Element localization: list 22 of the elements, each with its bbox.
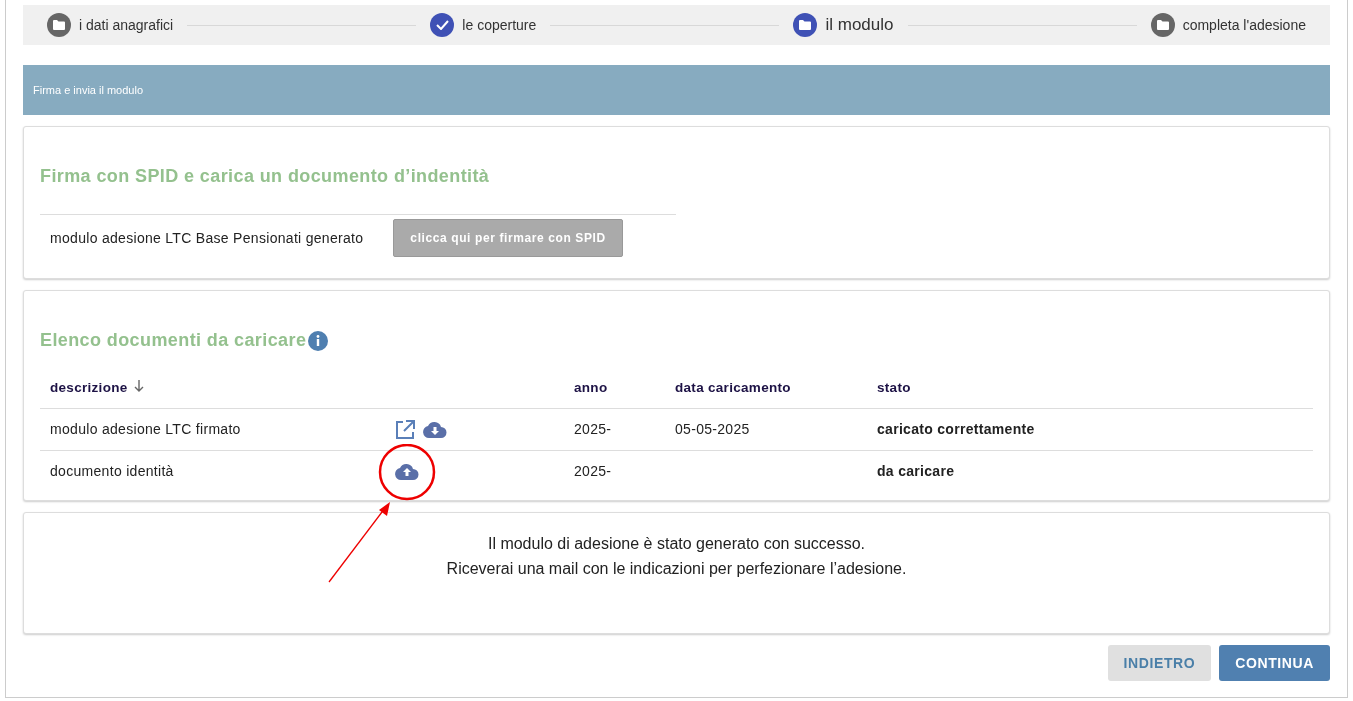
document-name: modulo adesione LTC Base Pensionati generato (50, 228, 364, 248)
table-cell: 2025- (574, 463, 612, 480)
table-cell: modulo adesione LTC firmato (50, 421, 241, 438)
step-label[interactable]: il modulo (825, 12, 894, 38)
column-header: descrizione (50, 380, 128, 395)
section-title: Elenco documenti da caricare (40, 329, 307, 352)
status-text: da caricare (877, 463, 955, 480)
step-label[interactable]: completa l'adesione (1182, 14, 1306, 36)
table-cell: documento identità (50, 463, 174, 480)
step-label[interactable]: i dati anagrafici (79, 14, 174, 36)
step-label[interactable]: le coperture (462, 14, 537, 36)
table-cell: 2025- (574, 421, 612, 438)
column-header: data caricamento (675, 380, 791, 395)
message-text: Riceverai una mail con le indicazioni per perfezionare l’adesione. (445, 559, 908, 579)
table-cell: 05-05-2025 (675, 421, 750, 438)
message-text: Il modulo di adesione è stato generato con successo. (486, 534, 867, 554)
section-title: Firma con SPID e carica un documento d’indentità (40, 165, 491, 188)
continue-button[interactable]: CONTINUA (1219, 645, 1330, 681)
status-text: caricato correttamente (877, 421, 1035, 438)
panel-header: Firma e invia il modulo (23, 65, 1330, 115)
column-header: stato (877, 380, 911, 395)
column-header: anno (574, 380, 608, 395)
